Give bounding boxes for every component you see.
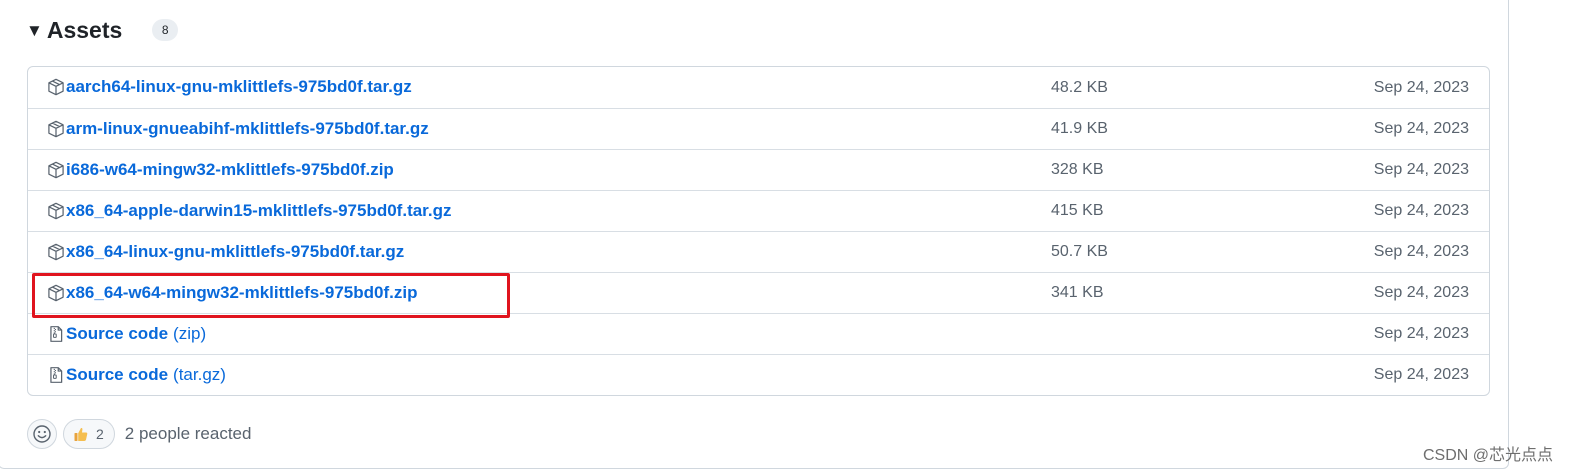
- asset-row: x86_64-apple-darwin15-mklittlefs-975bd0f…: [28, 190, 1489, 231]
- assets-toggle[interactable]: ▼ Assets 8: [26, 14, 179, 46]
- package-icon: [47, 161, 65, 179]
- package-icon: [47, 202, 65, 220]
- thumbs-up-reaction-button[interactable]: 2: [63, 419, 115, 449]
- package-icon: [47, 78, 65, 96]
- asset-name: arm-linux-gnueabihf-mklittlefs-975bd0f.t…: [66, 119, 429, 138]
- asset-link[interactable]: i686-w64-mingw32-mklittlefs-975bd0f.zip: [47, 150, 394, 190]
- asset-row: i686-w64-mingw32-mklittlefs-975bd0f.zip …: [28, 149, 1489, 190]
- asset-name: x86_64-apple-darwin15-mklittlefs-975bd0f…: [66, 201, 452, 220]
- asset-link[interactable]: x86_64-apple-darwin15-mklittlefs-975bd0f…: [47, 191, 451, 231]
- asset-date: Sep 24, 2023: [1373, 284, 1469, 301]
- package-icon: [47, 284, 65, 302]
- asset-row: x86_64-linux-gnu-mklittlefs-975bd0f.tar.…: [28, 231, 1489, 272]
- asset-size: 41.9 KB: [1051, 120, 1108, 137]
- asset-date: Sep 24, 2023: [1373, 366, 1469, 383]
- thumbs-up-icon: [74, 427, 88, 442]
- source-row: Source code (zip) Sep 24, 2023: [28, 313, 1489, 354]
- file-zip-icon: [47, 325, 65, 343]
- asset-date: Sep 24, 2023: [1373, 120, 1469, 137]
- assets-count-badge: 8: [152, 19, 179, 41]
- source-code-label: Source code: [66, 324, 169, 343]
- asset-size: 328 KB: [1051, 161, 1104, 178]
- asset-date: Sep 24, 2023: [1373, 243, 1469, 260]
- asset-row: x86_64-w64-mingw32-mklittlefs-975bd0f.zi…: [28, 272, 1489, 313]
- asset-date: Sep 24, 2023: [1373, 78, 1469, 96]
- asset-size: 48.2 KB: [1051, 78, 1108, 96]
- watermark: CSDN @芯光点点: [1422, 447, 1553, 464]
- source-code-link[interactable]: Source code (zip): [47, 314, 206, 354]
- asset-date: Sep 24, 2023: [1373, 325, 1469, 342]
- smiley-icon: [33, 425, 51, 443]
- asset-row: arm-linux-gnueabihf-mklittlefs-975bd0f.t…: [28, 108, 1489, 149]
- reactions-summary: 2 people reacted: [124, 424, 252, 443]
- asset-row: aarch64-linux-gnu-mklittlefs-975bd0f.tar…: [28, 67, 1489, 108]
- source-row: Source code (tar.gz) Sep 24, 2023: [28, 354, 1489, 395]
- assets-list: aarch64-linux-gnu-mklittlefs-975bd0f.tar…: [27, 66, 1490, 396]
- file-zip-icon: [47, 366, 65, 384]
- source-code-label: Source code: [66, 365, 169, 384]
- asset-name: i686-w64-mingw32-mklittlefs-975bd0f.zip: [66, 160, 394, 179]
- asset-size: 50.7 KB: [1051, 243, 1108, 260]
- caret-down-icon: ▼: [26, 20, 43, 40]
- asset-date: Sep 24, 2023: [1373, 161, 1469, 178]
- asset-link[interactable]: x86_64-linux-gnu-mklittlefs-975bd0f.tar.…: [47, 232, 404, 272]
- add-reaction-button[interactable]: [27, 419, 57, 449]
- assets-title: Assets: [46, 16, 123, 43]
- asset-date: Sep 24, 2023: [1373, 202, 1469, 219]
- thumbs-up-count: 2: [96, 426, 104, 442]
- source-code-link[interactable]: Source code (tar.gz): [47, 355, 226, 395]
- asset-name: x86_64-w64-mingw32-mklittlefs-975bd0f.zi…: [66, 283, 418, 302]
- asset-size: 341 KB: [1051, 284, 1104, 301]
- reactions-bar: 2 2 people reacted: [27, 418, 251, 450]
- package-icon: [47, 120, 65, 138]
- package-icon: [47, 243, 65, 261]
- asset-link[interactable]: x86_64-w64-mingw32-mklittlefs-975bd0f.zi…: [47, 273, 417, 313]
- source-format-label: (zip): [173, 324, 207, 343]
- asset-link[interactable]: arm-linux-gnueabihf-mklittlefs-975bd0f.t…: [47, 109, 429, 149]
- asset-size: 415 KB: [1051, 202, 1104, 219]
- source-format-label: (tar.gz): [173, 365, 226, 384]
- asset-name: x86_64-linux-gnu-mklittlefs-975bd0f.tar.…: [66, 242, 405, 261]
- asset-name: aarch64-linux-gnu-mklittlefs-975bd0f.tar…: [66, 77, 412, 96]
- asset-link[interactable]: aarch64-linux-gnu-mklittlefs-975bd0f.tar…: [47, 67, 412, 107]
